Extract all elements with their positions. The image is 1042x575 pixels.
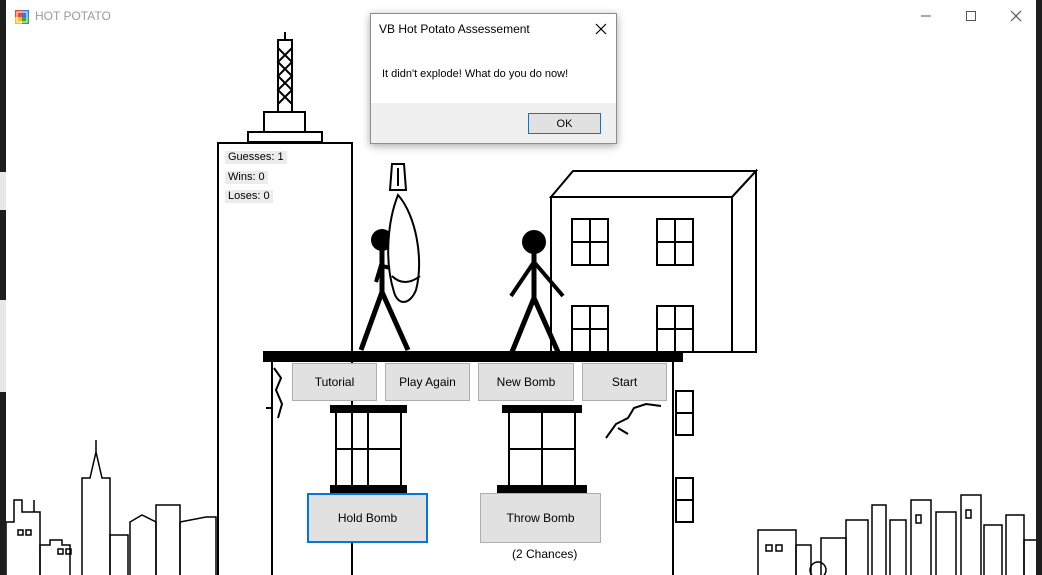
right-building [548, 168, 759, 353]
start-button[interactable]: Start [582, 363, 667, 401]
dialog-ok-button[interactable]: OK [528, 113, 601, 134]
right-skyline [757, 494, 1036, 575]
tutorial-button[interactable]: Tutorial [292, 363, 377, 401]
dialog-footer: OK [371, 103, 616, 143]
wins-label: Wins: 0 [225, 171, 268, 184]
dialog-close-button[interactable] [592, 20, 610, 38]
chances-label: (2 Chances) [512, 547, 578, 561]
dialog-title: VB Hot Potato Assessement [379, 22, 530, 36]
left-skyline [6, 440, 217, 575]
hold-bomb-button[interactable]: Hold Bomb [307, 493, 428, 543]
guesses-label: Guesses: 1 [225, 151, 287, 164]
play-again-button[interactable]: Play Again [385, 363, 470, 401]
bomb-icon [387, 163, 421, 303]
loses-label: Loses: 0 [225, 190, 273, 203]
stick-figure-standing [509, 230, 565, 354]
message-dialog: VB Hot Potato Assessement It didn't expl… [370, 13, 617, 144]
dialog-message: It didn't explode! What do you do now! [382, 68, 569, 80]
new-bomb-button[interactable]: New Bomb [478, 363, 574, 401]
radio-tower [247, 32, 323, 143]
close-icon [595, 23, 607, 35]
throw-bomb-button[interactable]: Throw Bomb [480, 493, 601, 543]
rooftop-slab [263, 351, 683, 362]
